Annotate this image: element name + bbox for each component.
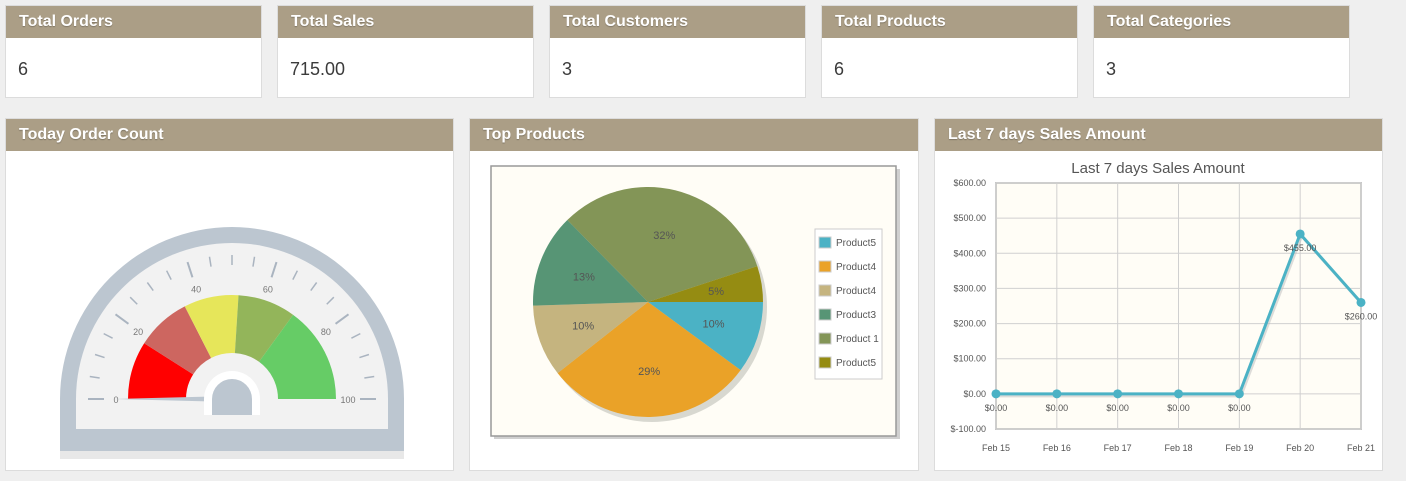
gauge-tick-label: 40 <box>191 285 201 295</box>
stat-card-customers: Total Customers 3 <box>549 5 806 98</box>
top-products-pie-chart: 10% 29% 10% 13% 32% 5% Product5 Product4 Product… <box>490 165 900 439</box>
stat-card-value: 715.00 <box>290 59 346 79</box>
panel-title: Today Order Count <box>6 119 453 151</box>
series-point <box>1356 297 1366 307</box>
y-tick-label: $500.00 <box>953 213 986 223</box>
pie-legend-swatch <box>818 356 832 369</box>
sales-amount-line-chart: Last 7 days Sales Amount $600.00 $500.00 $4… <box>950 160 1378 453</box>
gauge-tick-label: 100 <box>340 395 355 405</box>
x-tick-label: Feb 17 <box>1104 443 1132 453</box>
x-tick-label: Feb 15 <box>982 443 1010 453</box>
today-order-count-panel: Today Order Count 0 20 40 60 80 100 <box>5 118 454 471</box>
pie-legend-label: Product4 <box>836 286 876 297</box>
point-label: $455.00 <box>1284 243 1317 253</box>
panel-title: Top Products <box>470 119 918 151</box>
sales-amount-panel: Last 7 days Sales Amount Last 7 days Sal… <box>934 118 1383 471</box>
stat-card-title: Total Orders <box>6 6 261 38</box>
series-point <box>1234 389 1244 399</box>
y-tick-label: $-100.00 <box>950 424 986 434</box>
line-chart-title: Last 7 days Sales Amount <box>1071 160 1245 177</box>
x-tick-label: Feb 19 <box>1225 443 1253 453</box>
series-point <box>1174 389 1183 399</box>
y-tick-label: $100.00 <box>953 354 986 364</box>
y-tick-label: $300.00 <box>953 283 986 293</box>
series-point <box>1295 229 1305 239</box>
x-tick-label: Feb 21 <box>1347 443 1375 453</box>
gauge-tick-label: 80 <box>321 327 331 337</box>
stat-card-products: Total Products 6 <box>821 5 1078 98</box>
point-label: $0.00 <box>1046 403 1069 413</box>
series-point <box>1113 389 1123 399</box>
x-tick-label: Feb 16 <box>1043 443 1071 453</box>
series-point <box>1052 389 1062 399</box>
y-tick-label: $0.00 <box>963 389 986 399</box>
pie-slice-label: 5% <box>708 286 724 298</box>
pie-slice-label: 29% <box>638 366 660 378</box>
stat-card-title: Total Products <box>822 6 1077 38</box>
pie-legend-label: Product 1 <box>836 334 879 345</box>
gauge-tick-label: 20 <box>133 327 143 337</box>
pie-legend-label: Product3 <box>836 310 876 321</box>
pie-legend-swatch <box>818 308 832 321</box>
pie-legend-label: Product5 <box>836 238 876 249</box>
stat-card-title: Total Categories <box>1094 6 1349 38</box>
stat-card-value: 6 <box>834 59 845 79</box>
stat-card-orders: Total Orders 6 <box>5 5 262 98</box>
pie-legend-label: Product4 <box>836 262 876 273</box>
pie-slice-label: 13% <box>573 271 595 283</box>
y-tick-label: $400.00 <box>953 248 986 258</box>
pie-legend-swatch <box>818 236 832 249</box>
stat-card-sales: Total Sales 715.00 <box>277 5 534 98</box>
y-tick-label: $600.00 <box>953 178 986 188</box>
stat-card-title: Total Customers <box>550 6 805 38</box>
pie-slice-label: 10% <box>572 321 594 333</box>
panel-title: Last 7 days Sales Amount <box>935 119 1382 151</box>
pie-legend-label: Product5 <box>836 358 876 369</box>
gauge-tick-label: 60 <box>263 285 273 295</box>
order-count-gauge: 0 20 40 60 80 100 <box>60 227 404 459</box>
point-label: $0.00 <box>1106 403 1129 413</box>
pie-legend-swatch <box>818 284 832 297</box>
pie-legend-swatch <box>818 332 832 345</box>
point-label: $0.00 <box>985 403 1008 413</box>
pie-slice-label: 10% <box>703 319 725 331</box>
stat-card-categories: Total Categories 3 <box>1093 5 1350 98</box>
x-tick-label: Feb 18 <box>1164 443 1192 453</box>
stat-card-title: Total Sales <box>278 6 533 38</box>
point-label: $0.00 <box>1167 403 1190 413</box>
stat-card-value: 3 <box>1106 59 1117 79</box>
series-point <box>991 389 1001 399</box>
point-label: $0.00 <box>1228 403 1251 413</box>
y-tick-label: $200.00 <box>953 319 986 329</box>
gauge-tick-label: 0 <box>113 395 118 405</box>
pie-legend-swatch <box>818 260 832 273</box>
pie-slice-label: 32% <box>653 230 675 242</box>
stat-card-value: 3 <box>562 59 573 79</box>
x-tick-label: Feb 20 <box>1286 443 1314 453</box>
top-products-panel: Top Products 10% 29% 10% 13% 32% 5% Product5 Pr… <box>469 118 919 471</box>
point-label: $260.00 <box>1345 311 1378 321</box>
stat-card-value: 6 <box>18 59 29 79</box>
